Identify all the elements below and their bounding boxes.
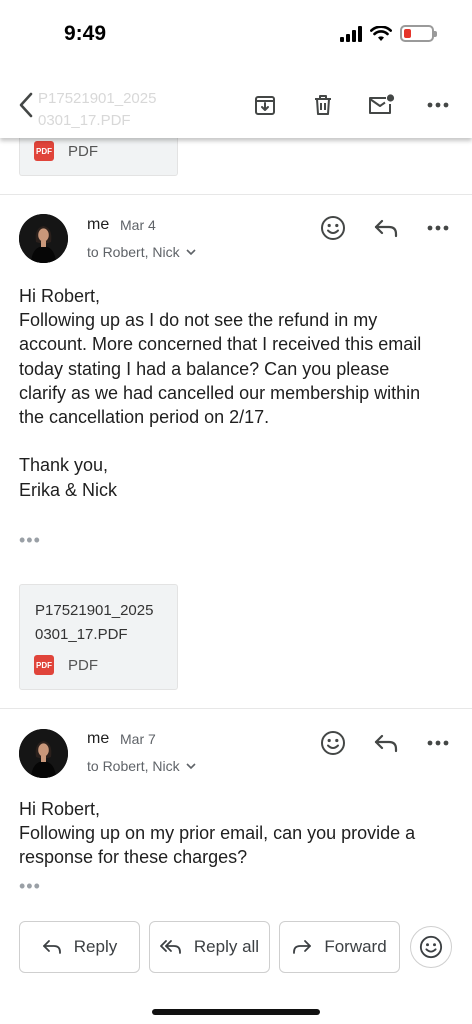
avatar[interactable] xyxy=(19,214,68,263)
archive-button[interactable] xyxy=(248,88,282,122)
more-icon xyxy=(427,740,449,746)
forward-icon xyxy=(293,940,312,954)
more-icon xyxy=(427,225,449,231)
email-toolbar: P17521901_2025 0301_17.PDF xyxy=(0,70,472,138)
show-trimmed-content-button[interactable]: ••• xyxy=(19,530,41,551)
profile-photo-icon xyxy=(19,729,68,778)
reply-all-action-button[interactable]: Reply all xyxy=(149,921,270,973)
pdf-icon: PDF xyxy=(34,141,54,161)
wifi-icon xyxy=(370,25,392,41)
avatar[interactable] xyxy=(19,729,68,778)
trash-icon xyxy=(315,95,331,115)
reply-label: Reply xyxy=(73,937,118,956)
message-more-button[interactable] xyxy=(423,213,453,243)
reply-button[interactable] xyxy=(371,728,401,758)
scrolled-attachment-name: P17521901_2025 0301_17.PDF xyxy=(38,90,157,129)
recipients-text: to Robert, Nick xyxy=(87,758,180,774)
mark-unread-button[interactable] xyxy=(364,88,398,122)
add-reaction-button[interactable] xyxy=(318,728,348,758)
add-reaction-action-button[interactable] xyxy=(410,926,452,968)
mark-unread-icon xyxy=(369,94,395,114)
message-body: Hi Robert, Following up on my prior emai… xyxy=(19,799,416,868)
more-options-button[interactable] xyxy=(421,88,455,122)
message-date: Mar 4 xyxy=(120,217,156,233)
status-time: 9:49 xyxy=(64,22,107,45)
sender-name: me xyxy=(87,216,110,233)
show-trimmed-content-button[interactable]: ••• xyxy=(19,876,41,897)
battery-icon xyxy=(400,25,437,42)
attachment-name: P17521901_2025 0301_17.PDF xyxy=(35,602,154,643)
chevron-down-icon xyxy=(186,248,196,255)
message-more-button[interactable] xyxy=(423,728,453,758)
chevron-down-icon xyxy=(186,762,196,769)
message-date: Mar 7 xyxy=(120,731,156,747)
add-reaction-button[interactable] xyxy=(318,213,348,243)
recipients-toggle[interactable]: to Robert, Nick xyxy=(87,244,196,260)
forward-label: Forward xyxy=(324,937,387,956)
more-icon xyxy=(427,102,449,108)
reply-icon xyxy=(42,940,61,954)
message-divider xyxy=(0,708,472,709)
forward-action-button[interactable]: Forward xyxy=(279,921,400,973)
reply-all-label: Reply all xyxy=(193,937,260,956)
attachment-card[interactable]: P17521901_2025 0301_17.PDF PDF PDF xyxy=(19,584,178,690)
emoji-icon xyxy=(321,731,345,755)
message-divider xyxy=(0,194,472,195)
attachment-type: PDF PDF xyxy=(34,655,98,675)
recipients-text: to Robert, Nick xyxy=(87,244,180,260)
reply-all-icon xyxy=(159,940,181,954)
status-bar: 9:49 xyxy=(0,0,472,70)
archive-icon xyxy=(255,96,275,115)
delete-button[interactable] xyxy=(306,88,340,122)
emoji-icon xyxy=(419,935,443,959)
reply-icon xyxy=(374,219,398,238)
reply-icon xyxy=(374,734,398,753)
attachment-type: PDF PDF xyxy=(34,141,98,161)
message-body: Hi Robert, Following up as I do not see … xyxy=(19,286,422,500)
status-icons xyxy=(340,25,437,42)
emoji-icon xyxy=(321,216,345,240)
reply-button[interactable] xyxy=(371,213,401,243)
reply-action-button[interactable]: Reply xyxy=(19,921,140,973)
profile-photo-icon xyxy=(19,214,68,263)
pdf-icon: PDF xyxy=(34,655,54,675)
cellular-signal-icon xyxy=(340,25,362,42)
sender-name: me xyxy=(87,730,110,747)
chevron-left-icon xyxy=(19,92,33,118)
home-indicator xyxy=(152,1009,320,1015)
back-button[interactable] xyxy=(10,88,44,122)
recipients-toggle[interactable]: to Robert, Nick xyxy=(87,758,196,774)
